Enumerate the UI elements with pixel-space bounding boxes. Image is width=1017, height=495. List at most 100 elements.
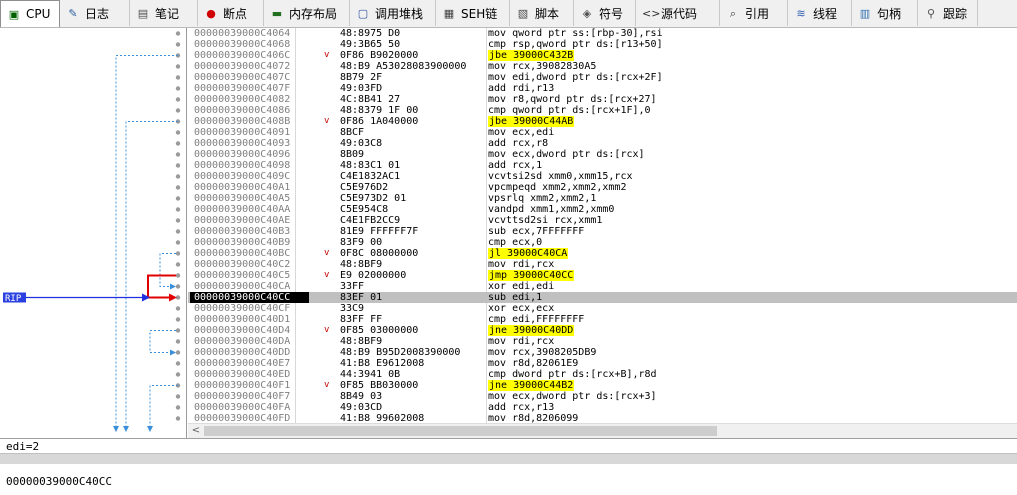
row-bytes: C5E976D2 <box>340 182 389 193</box>
row-bytes: 44:3941 0B <box>340 369 401 380</box>
disasm-row[interactable]: 00000039000C40A1 C5E976D2 vpcmpeqd xmm2,xm… <box>188 182 1017 193</box>
tab-log[interactable]: ✎ 日志 <box>60 0 130 26</box>
row-bytes: 8B49 03 <box>340 391 383 402</box>
disasm-row[interactable]: 00000039000C40ED 44:3941 0B cmp dword ptr … <box>188 369 1017 380</box>
jump-marker: v <box>324 50 330 60</box>
tab-notes[interactable]: ▤ 笔记 <box>130 0 198 26</box>
disasm-row[interactable]: 00000039000C40A5 C5E973D2 01 vpsrlq xmm2,x… <box>188 193 1017 204</box>
breakpoint-dot-icon <box>175 97 181 102</box>
row-address: 00000039000C40AA <box>194 204 291 215</box>
row-address: 00000039000C408B <box>194 116 291 127</box>
tab-seh-chain[interactable]: ▦ SEH链 <box>436 0 510 26</box>
disasm-row[interactable]: 00000039000C40FA 49:03CD add rcx,r13 <box>188 402 1017 413</box>
tab-script[interactable]: ▧ 脚本 <box>510 0 574 26</box>
disasm-row[interactable]: 00000039000C40C2 48:8BF9 mov rdi,rcx <box>188 259 1017 270</box>
symbols-icon: ◈ <box>582 6 592 20</box>
disasm-row[interactable]: 00000039000C40AE C4E1FB2CC9 vcvttsd2si rcx… <box>188 215 1017 226</box>
disasm-row[interactable]: 00000039000C4064 48:8975 D0 mov qword ptr … <box>188 28 1017 39</box>
row-bytes: 49:03FD <box>340 83 383 94</box>
horizontal-scrollbar[interactable]: < <box>188 423 1017 438</box>
disasm-row[interactable]: 00000039000C40E7 41:B8 E9612008 mov r8d,82… <box>188 358 1017 369</box>
breakpoint-dot-icon <box>175 361 181 366</box>
disasm-row[interactable]: 00000039000C40CF 33C9 xor ecx,ecx <box>188 303 1017 314</box>
row-address: 00000039000C4082 <box>194 94 291 105</box>
tab-call-stack[interactable]: ▢ 调用堆栈 <box>350 0 436 26</box>
breakpoint-dot-icon <box>175 328 181 333</box>
breakpoint-dot-icon <box>175 394 181 399</box>
jump-line <box>159 253 176 287</box>
disasm-row[interactable]: 00000039000C40C5 v E9 02000000 jmp 39000C40… <box>188 270 1017 281</box>
breakpoint-dot-icon <box>175 196 181 201</box>
disasm-row[interactable]: 00000039000C407C 8B79 2F mov edi,dword ptr… <box>188 72 1017 83</box>
branch-gutter: RIP <box>0 28 187 438</box>
disasm-row[interactable]: 00000039000C40AA C5E954C8 vandpd xmm1,xmm2… <box>188 204 1017 215</box>
disasm-row[interactable]: 00000039000C40CA 33FF xor edi,edi <box>188 281 1017 292</box>
disasm-row[interactable]: 00000039000C4068 49:3B65 50 cmp rsp,qword … <box>188 39 1017 50</box>
row-instruction: mov ecx,dword ptr ds:[rcx+3] <box>488 391 657 402</box>
row-instruction: mov qword ptr ss:[rbp-30],rsi <box>488 28 663 39</box>
row-bytes: 49:03C8 <box>340 138 383 149</box>
disasm-row[interactable]: 00000039000C40BC v 0F8C 08000000 jl 39000C4… <box>188 248 1017 259</box>
tab-breakpoint[interactable]: ● 断点 <box>198 0 264 26</box>
disasm-row[interactable]: 00000039000C4082 4C:8B41 27 mov r8,qword p… <box>188 94 1017 105</box>
row-address: 00000039000C40DD <box>194 347 291 358</box>
breakpoint-dot-icon <box>175 273 181 278</box>
disasm-row[interactable]: 00000039000C4086 48:8379 1F 00 cmp qword p… <box>188 105 1017 116</box>
info-panel: edi=2 <box>0 438 1017 454</box>
row-instruction: mov rcx,3908205DB9 <box>488 347 597 358</box>
breakpoint-dot-icon <box>175 86 181 91</box>
tab-threads[interactable]: ≋ 线程 <box>788 0 852 26</box>
disasm-row[interactable]: 00000039000C40D1 83FF FF cmp edi,FFFFFFFF <box>188 314 1017 325</box>
jump-arrow-icon <box>170 349 176 356</box>
disasm-row[interactable]: 00000039000C4072 48:B9 A53028083900000 mov… <box>188 61 1017 72</box>
row-bytes: C4E1832AC1 <box>340 171 401 182</box>
tab-trace[interactable]: ⚲ 跟踪 <box>918 0 978 26</box>
disassembly-lines[interactable]: 00000039000C4064 48:8975 D0 mov qword ptr … <box>188 28 1017 428</box>
scrollbar-thumb[interactable] <box>204 426 717 436</box>
branch-arrows: RIP <box>3 31 181 432</box>
disasm-row[interactable]: 00000039000C40B9 83F9 00 cmp ecx,0 <box>188 237 1017 248</box>
tab-label: 句柄 <box>877 6 902 21</box>
disasm-row[interactable]: 00000039000C4093 49:03C8 add rcx,r8 <box>188 138 1017 149</box>
call-stack-icon: ▢ <box>357 6 369 20</box>
disasm-row[interactable]: 00000039000C40DA 48:8BF9 mov rdi,rcx <box>188 336 1017 347</box>
script-icon: ▧ <box>517 6 529 20</box>
row-address: 00000039000C4086 <box>194 105 291 116</box>
breakpoint-dot-icon <box>175 207 181 212</box>
disasm-row[interactable]: 00000039000C40F7 8B49 03 mov ecx,dword ptr… <box>188 391 1017 402</box>
disasm-row[interactable]: 00000039000C4096 8B09 mov ecx,dword ptr ds… <box>188 149 1017 160</box>
disasm-row[interactable]: 00000039000C407F 49:03FD add rdi,r13 <box>188 83 1017 94</box>
current-instruction-row[interactable]: 00000039000C40CC 83EF 01 sub edi,1 <box>188 292 1017 303</box>
disasm-row[interactable]: 00000039000C406C v 0F86 B9020000 jbe 39000C… <box>188 50 1017 61</box>
tab-memory-map[interactable]: ▬ 内存布局 <box>264 0 350 26</box>
disasm-row[interactable]: 00000039000C40DD 48:B9 B95D2008390000 mov … <box>188 347 1017 358</box>
tab-source-code[interactable]: <> 源代码 <box>636 0 720 26</box>
breakpoint-dot-icon <box>175 317 181 322</box>
row-bytes: 48:8BF9 <box>340 336 383 347</box>
scroll-left-icon[interactable]: < <box>190 424 202 438</box>
disassembly-view[interactable]: RIP 00000039000C4064 48:8975 D0 mov qword … <box>0 28 1017 438</box>
row-instruction: cmp qword ptr ds:[rcx+1F],0 <box>488 105 651 116</box>
breakpoint-dot-icon <box>175 174 181 179</box>
disasm-row[interactable]: 00000039000C40D4 v 0F85 03000000 jne 39000C… <box>188 325 1017 336</box>
jump-arrow-icon <box>170 283 176 290</box>
disasm-row[interactable]: 00000039000C40B3 81E9 FFFFFF7F sub ecx,7FF… <box>188 226 1017 237</box>
tab-handles[interactable]: ▥ 句柄 <box>852 0 918 26</box>
row-instruction: jbe 39000C432B <box>488 50 575 61</box>
row-address: 00000039000C40F7 <box>194 391 291 402</box>
breakpoint-dot-icon <box>175 350 181 355</box>
disasm-row[interactable]: 00000039000C409C C4E1832AC1 vcvtsi2sd xmm0… <box>188 171 1017 182</box>
tab-symbols[interactable]: ◈ 符号 <box>574 0 636 26</box>
row-instruction: jl 39000C40CA <box>488 248 569 259</box>
row-instruction: mov r8d,82061E9 <box>488 358 579 369</box>
row-address: 00000039000C409C <box>194 171 291 182</box>
disasm-row[interactable]: 00000039000C4098 48:83C1 01 add rcx,1 <box>188 160 1017 171</box>
row-address: 00000039000C40ED <box>194 369 291 380</box>
disasm-row[interactable]: 00000039000C40F1 v 0F85 BB030000 jne 39000C… <box>188 380 1017 391</box>
tab-cpu[interactable]: ▣ CPU <box>0 0 60 27</box>
disasm-row[interactable]: 00000039000C4091 8BCF mov ecx,edi <box>188 127 1017 138</box>
row-address: 00000039000C40CC <box>190 292 309 303</box>
row-bytes: 48:83C1 01 <box>340 160 401 171</box>
disasm-row[interactable]: 00000039000C408B v 0F86 1A040000 jbe 39000C… <box>188 116 1017 127</box>
tab-references[interactable]: ⌕ 引用 <box>720 0 788 26</box>
